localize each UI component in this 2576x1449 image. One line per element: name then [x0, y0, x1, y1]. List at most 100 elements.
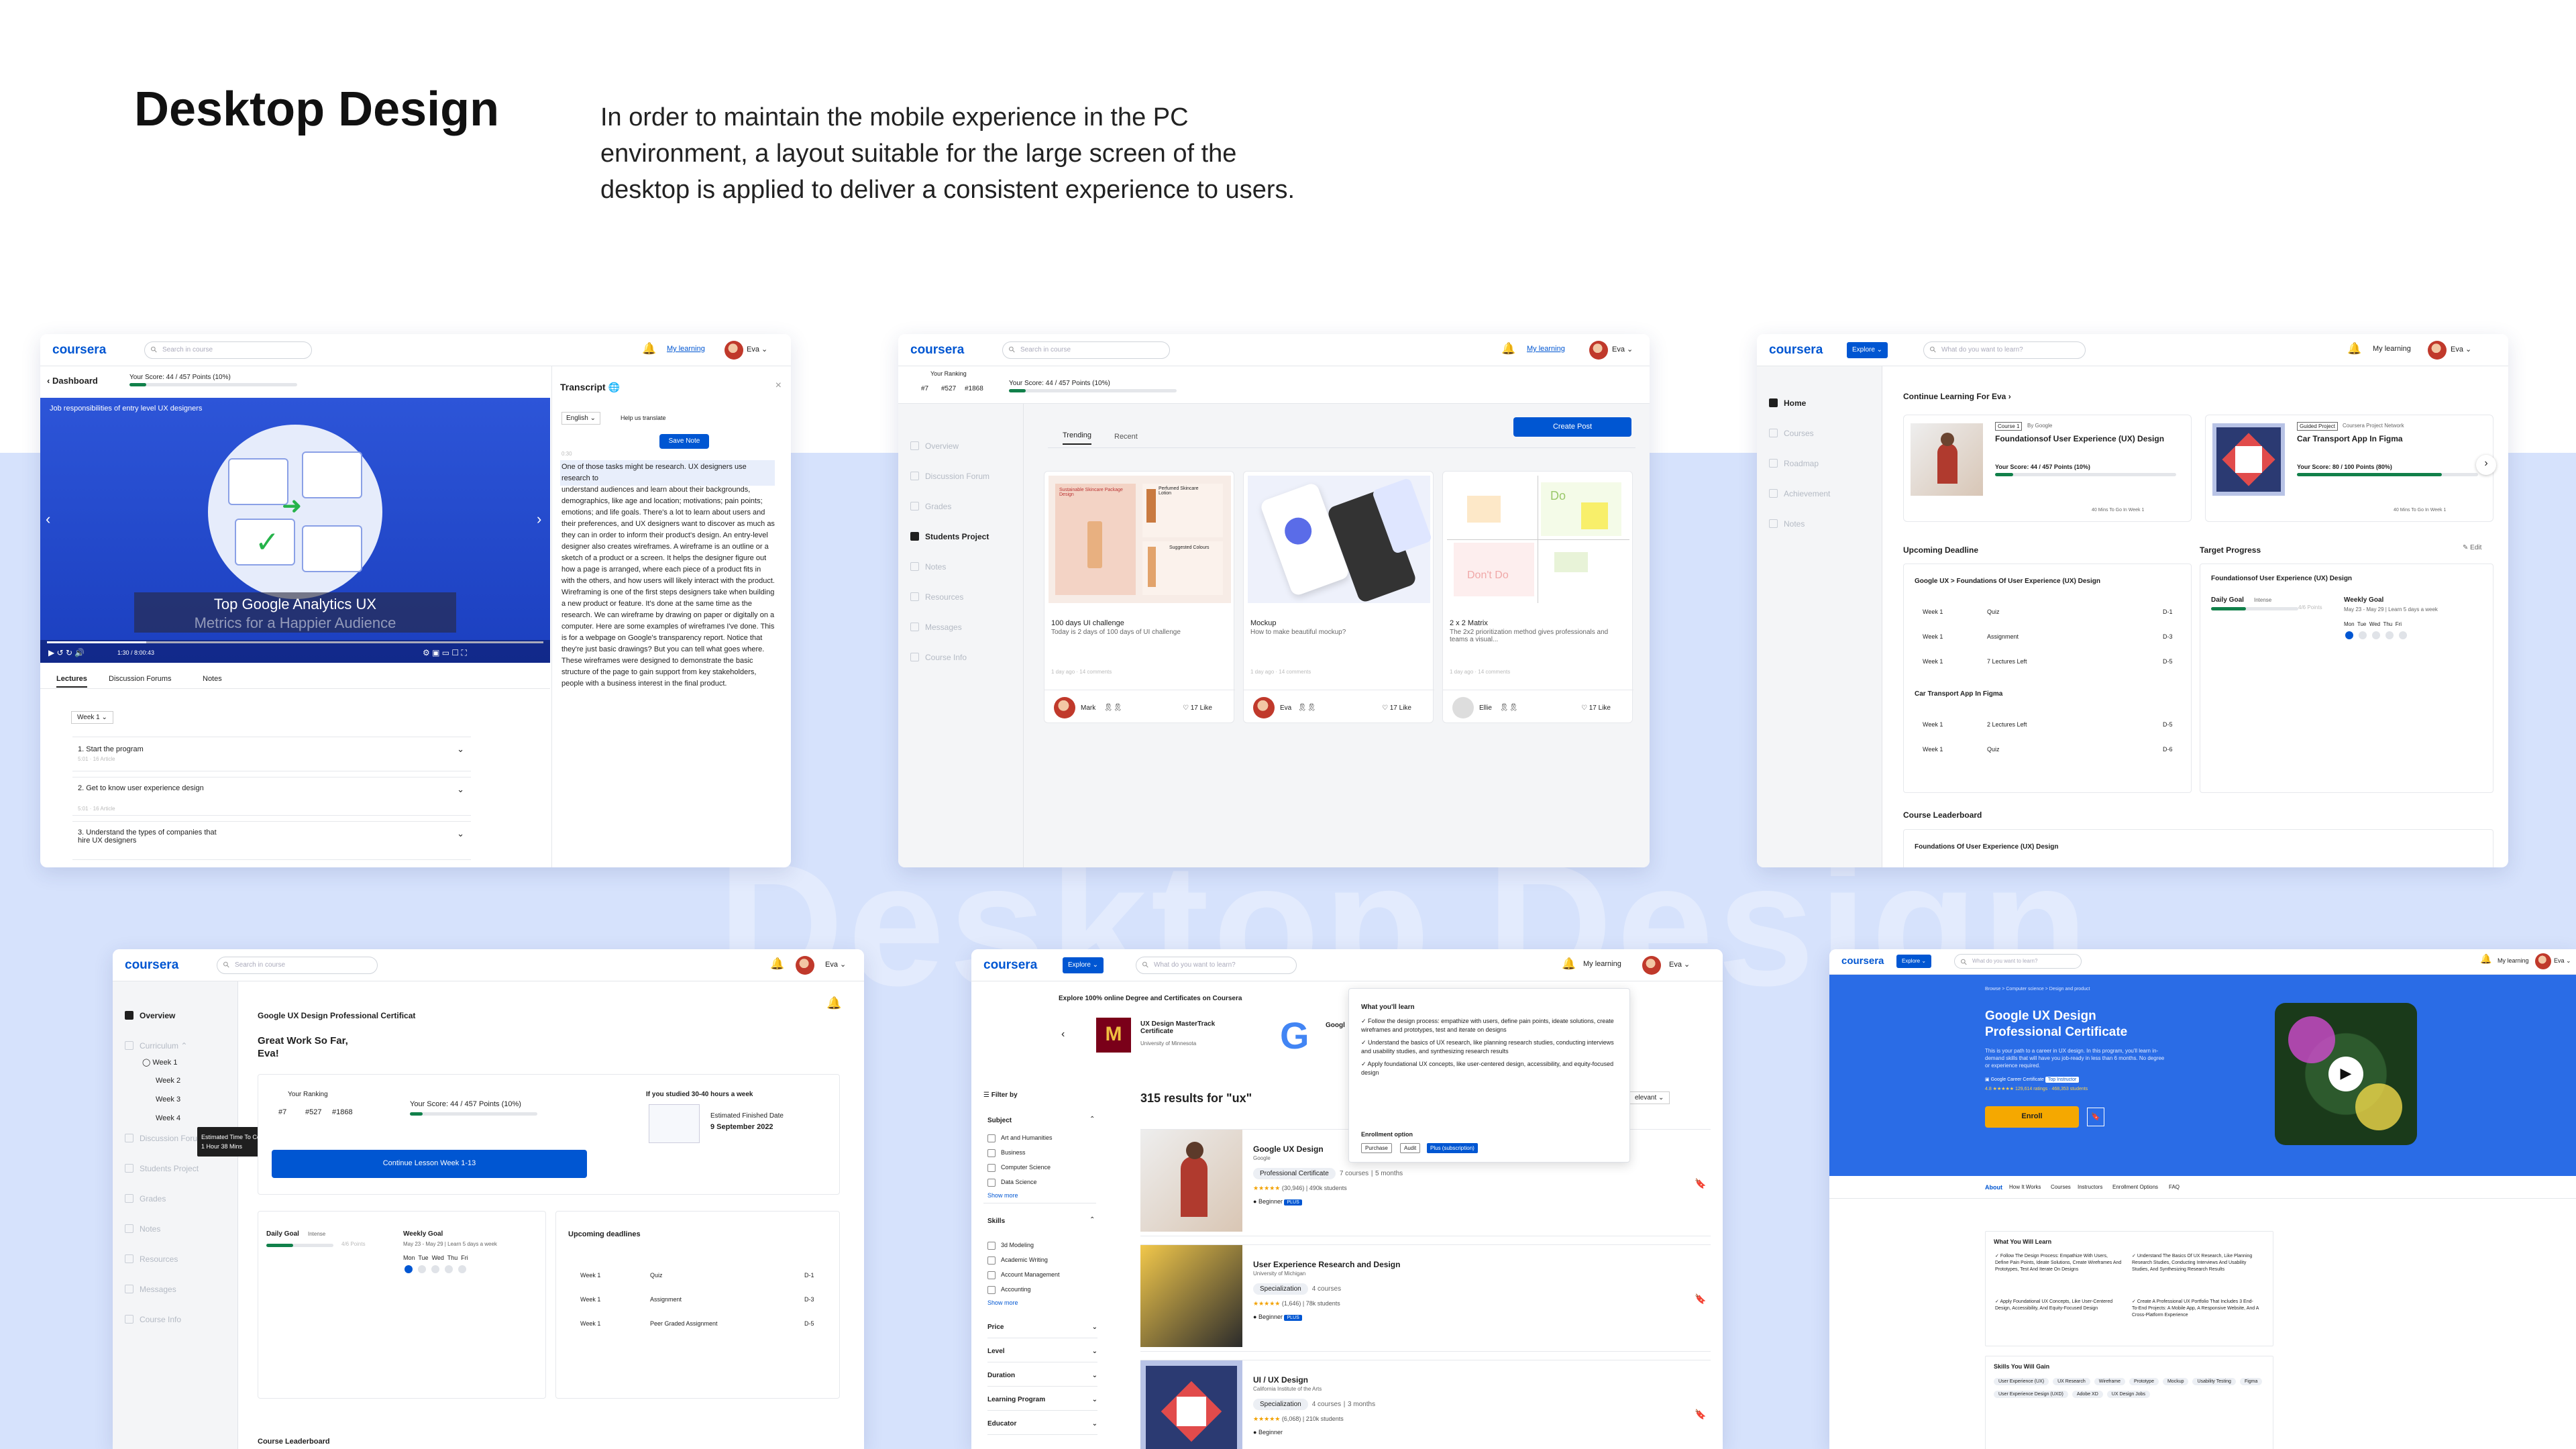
author-avatar[interactable] [1054, 697, 1075, 718]
collapse-icon[interactable]: ⌃ [1089, 1216, 1095, 1224]
promo-title[interactable]: UX Design MasterTrack Certificate [1140, 1020, 1221, 1035]
avatar[interactable] [724, 341, 743, 360]
avatar[interactable] [2428, 341, 2447, 360]
lesson-item[interactable]: 1. Start the program 5:01 · 16 Article ⌄ [72, 737, 471, 771]
option-plus[interactable]: Plus (subscription) [1427, 1143, 1478, 1153]
course-card[interactable]: Course 1 By Google Foundationsof User Ex… [1903, 415, 2192, 522]
play-icon[interactable]: ▶ [2328, 1057, 2363, 1091]
notification-bell-icon[interactable]: 🔔 [770, 957, 784, 971]
chevron-down-icon[interactable]: ⌄ [457, 784, 464, 795]
result-item[interactable]: UI / UX Design California Institute of t… [1140, 1360, 1711, 1449]
checkbox[interactable] [987, 1256, 996, 1265]
explore-button[interactable]: Explore ⌄ [1063, 957, 1104, 973]
course-card[interactable]: Guided Project Coursera Project Network … [2205, 415, 2493, 522]
nav-grades[interactable]: Grades [910, 502, 951, 511]
search-input[interactable]: Search in course [144, 341, 312, 359]
nav-resources[interactable]: Resources [910, 592, 963, 602]
bell-icon[interactable]: 🔔 [826, 996, 841, 1010]
deadline-task[interactable]: 7 Lectures Left [1987, 658, 2027, 665]
nav-achievement[interactable]: Achievement [1769, 489, 1830, 498]
nav-week-1[interactable]: ◯ Week 1 [142, 1058, 177, 1067]
post-card[interactable]: Do Don't Do 2 x 2 Matrix The 2x2 priorit… [1442, 471, 1633, 723]
deadline-task[interactable]: Assignment [650, 1296, 682, 1303]
my-learning-link[interactable]: My learning [2373, 345, 2411, 353]
explore-button[interactable]: Explore ⌄ [1896, 955, 1932, 968]
result-item[interactable]: User Experience Research and Design Univ… [1140, 1244, 1711, 1352]
checkbox[interactable] [987, 1242, 996, 1250]
option-audit[interactable]: Audit [1400, 1143, 1421, 1153]
tab-notes[interactable]: Notes [203, 675, 222, 683]
enroll-button[interactable]: Enroll [1985, 1106, 2079, 1128]
user-name[interactable]: Eva ⌄ [825, 960, 846, 969]
deadline-task[interactable]: 2 Lectures Left [1987, 721, 2027, 728]
notification-bell-icon[interactable]: 🔔 [1562, 957, 1576, 971]
filter-option[interactable]: Art and Humanities [1001, 1134, 1053, 1141]
filter-skills[interactable]: Skills [987, 1218, 1005, 1225]
nav-messages[interactable]: Messages [910, 623, 962, 632]
nav-discussion-forum[interactable]: Discussion Forum [125, 1134, 204, 1143]
nav-discussion-forum[interactable]: Discussion Forum [910, 472, 989, 481]
bookmark-icon[interactable]: 🔖 [1695, 1178, 1706, 1189]
promo-title[interactable]: Googl [1326, 1022, 1345, 1029]
filter-price[interactable]: Price ⌄ [987, 1324, 1097, 1338]
lesson-item[interactable]: 2. Get to know user experience design 5:0… [72, 777, 471, 816]
close-icon[interactable]: × [775, 380, 782, 392]
my-learning-link[interactable]: My learning [1583, 960, 1621, 968]
like-count[interactable]: ♡ 17 Like [1382, 704, 1411, 712]
week-select[interactable]: Week 1 ⌄ [71, 711, 113, 724]
user-name[interactable]: Eva ⌄ [2554, 957, 2571, 965]
checkbox[interactable] [987, 1164, 996, 1172]
deadline-task[interactable]: Assignment [1987, 633, 2019, 640]
coursera-logo[interactable]: coursera [1769, 343, 1823, 358]
coursera-logo[interactable]: coursera [910, 343, 964, 358]
chevron-down-icon[interactable]: ⌄ [457, 828, 464, 839]
bookmark-icon[interactable]: 🔖 [2087, 1108, 2104, 1126]
my-learning-link[interactable]: My learning [667, 345, 705, 353]
coursera-logo[interactable]: coursera [1841, 955, 1884, 967]
search-input[interactable]: Search in course [217, 957, 378, 974]
chevron-down-icon[interactable]: ⌄ [457, 744, 464, 755]
search-input[interactable]: What do you want to learn? [1136, 957, 1297, 974]
post-card[interactable]: Mockup How to make beautiful mockup? 1 d… [1243, 471, 1434, 723]
like-count[interactable]: ♡ 17 Like [1183, 704, 1212, 712]
filter-option[interactable]: Business [1001, 1149, 1026, 1156]
nav-curriculum[interactable]: Curriculum ⌃ [125, 1041, 187, 1051]
filter-option[interactable]: Data Science [1001, 1179, 1037, 1185]
search-input[interactable]: What do you want to learn? [1954, 954, 2082, 969]
avatar[interactable] [1589, 341, 1608, 360]
avatar[interactable] [796, 956, 814, 975]
tab-how-it-works[interactable]: How It Works [2009, 1184, 2041, 1190]
nav-messages[interactable]: Messages [125, 1285, 176, 1294]
bookmark-icon[interactable]: 🔖 [1695, 1409, 1706, 1420]
notification-bell-icon[interactable]: 🔔 [642, 342, 656, 356]
checkbox[interactable] [987, 1134, 996, 1142]
continue-lesson-button[interactable]: Continue Lesson Week 1-13 [272, 1150, 587, 1178]
video-player[interactable]: Job responsibilities of entry level UX d… [40, 398, 550, 663]
coursera-logo[interactable]: coursera [52, 343, 106, 358]
filter-option[interactable]: 3d Modeling [1001, 1242, 1034, 1248]
my-learning-link[interactable]: My learning [2498, 957, 2529, 964]
checkbox[interactable] [987, 1179, 996, 1187]
collapse-icon[interactable]: ⌃ [1089, 1116, 1095, 1123]
bookmark-icon[interactable]: 🔖 [1695, 1293, 1706, 1305]
nav-week-4[interactable]: Week 4 [156, 1114, 180, 1122]
prev-arrow-icon[interactable]: ‹ [1061, 1028, 1065, 1040]
deadline-task[interactable]: Peer Graded Assignment [650, 1320, 718, 1327]
edit-link[interactable]: ✎ Edit [2463, 544, 2481, 551]
deadline-task[interactable]: Quiz [1987, 746, 2000, 753]
result-title[interactable]: UI / UX Design [1253, 1375, 1308, 1385]
nav-notes[interactable]: Notes [125, 1224, 160, 1234]
nav-roadmap[interactable]: Roadmap [1769, 459, 1819, 468]
nav-week-3[interactable]: Week 3 [156, 1095, 180, 1104]
filter-option[interactable]: Accounting [1001, 1286, 1031, 1293]
nav-courses[interactable]: Courses [1769, 429, 1814, 438]
sort-select[interactable]: elevant ⌄ [1629, 1091, 1670, 1104]
play-icon[interactable]: ▶ ↺ ↻ 🔊 [48, 648, 85, 657]
user-name[interactable]: Eva ⌄ [1669, 960, 1690, 969]
avatar[interactable] [2535, 953, 2551, 969]
nav-course-info[interactable]: Course Info [125, 1315, 181, 1324]
language-select[interactable]: English ⌄ [561, 412, 600, 425]
breadcrumb[interactable]: Browse > Computer science > Design and p… [1985, 987, 2090, 991]
cert-video-thumbnail[interactable]: ▶ [2275, 1003, 2417, 1145]
explore-button[interactable]: Explore ⌄ [1847, 342, 1888, 358]
